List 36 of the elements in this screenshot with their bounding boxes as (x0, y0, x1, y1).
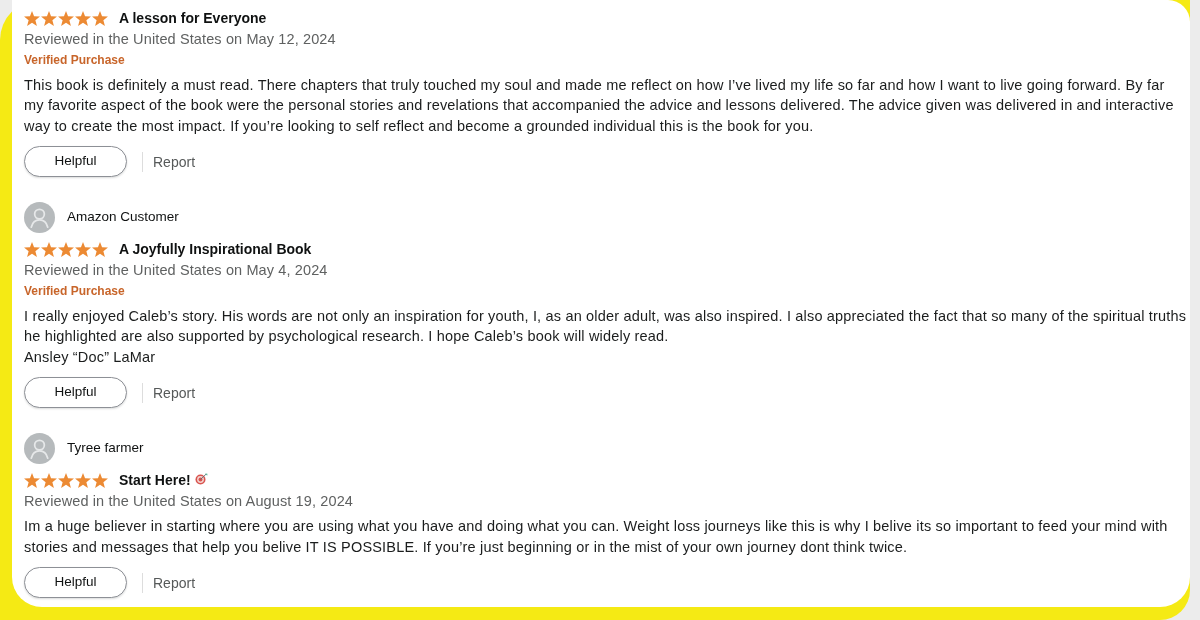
review-title[interactable]: Start Here! (119, 470, 191, 490)
star-icon (24, 241, 40, 257)
star-icon (41, 10, 57, 26)
star-icon (92, 10, 108, 26)
review-text: This book is definitely a must read. There chapters that truly touched my soul and made me reflect on how I’ve lived my life so far and how I want to live going forward. By far my favorite aspect of the book were the personal stories and revelations that accompanied the advice and lessons delivered. The advice given was delivered in and interactive way to create the most impact. If you’re looking to self reflect and become a grounded individual this is the book for you. (24, 75, 1175, 136)
report-link[interactable]: Report (153, 382, 196, 403)
star-icon (75, 241, 91, 257)
report-link[interactable]: Report (153, 151, 196, 172)
report-link[interactable]: Report (153, 572, 196, 593)
review-date: Reviewed in the United States on May 4, 2024 (24, 261, 328, 280)
star-icon (41, 241, 57, 257)
star-icon (58, 10, 74, 26)
reviewer-name: Amazon Customer (67, 208, 179, 226)
star-icon (24, 472, 40, 488)
review-date: Reviewed in the United States on August 19, 2024 (24, 492, 353, 511)
star-icon (92, 472, 108, 488)
review-text: Im a huge believer in starting where you are using what you have and doing what you can. Weight loss journeys like this is why I belive its so important to feed your mind with stories and messages that help you belive IT IS POSSIBLE. If you’re just beginning or in the mist of your own journey dont think twice. (24, 517, 1169, 557)
avatar-icon (24, 201, 55, 233)
review-title[interactable]: A lesson for Everyone (119, 8, 267, 28)
star-icon (92, 241, 108, 257)
reviewer-name: Tyree farmer (67, 439, 144, 457)
helpful-button[interactable]: Helpful (24, 567, 127, 598)
star-icon (75, 472, 91, 488)
star-icon (58, 241, 74, 257)
review-title[interactable]: A Joyfully Inspirational Book (119, 239, 312, 259)
verified-purchase-label: Verified Purchase (24, 283, 125, 300)
star-icon (58, 472, 74, 488)
star-icon (75, 10, 91, 26)
helpful-button[interactable]: Helpful (24, 146, 127, 177)
review-date: Reviewed in the United States on May 12, 2024 (24, 30, 336, 49)
star-icon (41, 472, 57, 488)
review-text: I really enjoyed Caleb’s story. His words are not only an inspiration for youth, I, as an older adult, was also inspired. I also appreciated the fact that so many of the spiritual truths he highlighted are also supported by psychological research. I hope Caleb’s book will widely read. Ansley “Doc” LaMar (24, 306, 1188, 367)
avatar-icon (24, 432, 55, 464)
verified-purchase-label: Verified Purchase (24, 52, 125, 69)
star-icon (24, 10, 40, 26)
helpful-button[interactable]: Helpful (24, 377, 127, 408)
